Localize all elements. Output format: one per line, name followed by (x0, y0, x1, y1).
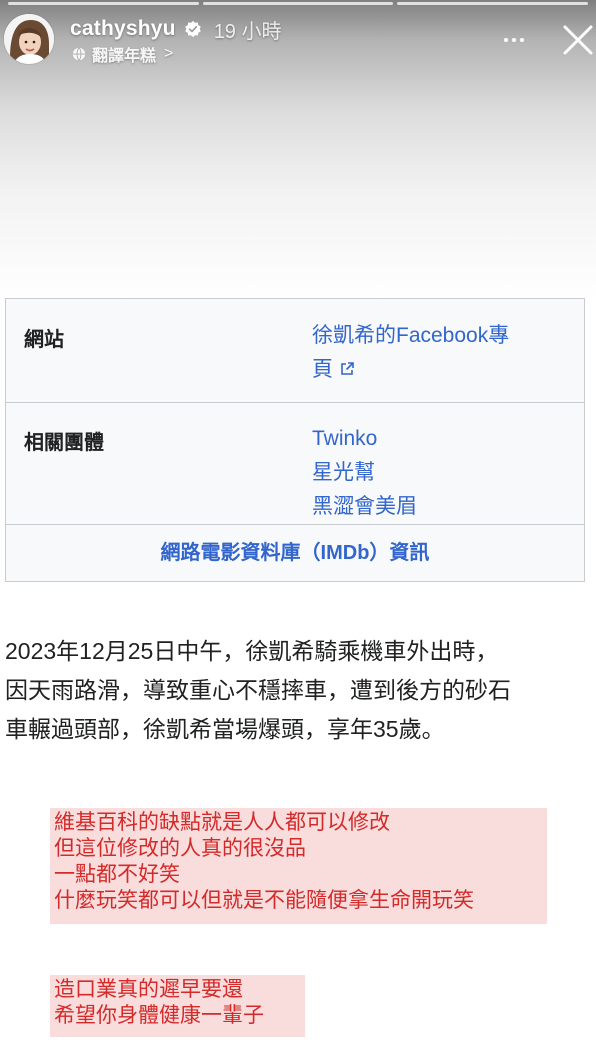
note-line: 希望你身體健康一輩子 (54, 1004, 264, 1027)
article-line: 2023年12月25日中午，徐凱希騎乘機車外出時， (5, 638, 499, 664)
story-progress-bar (8, 2, 589, 5)
more-options-icon[interactable] (498, 28, 530, 52)
facebook-link-line2: 頁 (312, 358, 333, 381)
group-link[interactable]: 星光幫 (312, 456, 552, 490)
note-line: 維基百科的缺點就是人人都可以修改 (54, 811, 390, 834)
more-dot (520, 38, 524, 42)
infobox-row-imdb: 網路電影資料庫（IMDb）資訊 (6, 524, 584, 581)
article-paragraph: 2023年12月25日中午，徐凱希騎乘機車外出時， 因天雨路滑，導致重心不穩摔車… (5, 632, 585, 749)
story-timestamp: 19 小時 (213, 20, 282, 43)
wikipedia-infobox: 網站 徐凱希的Facebook專 頁 相關團體 Twinko 星光幫 黑澀會美眉… (5, 298, 585, 582)
facebook-page-link-continued[interactable]: 頁 (312, 353, 552, 387)
story-caption-note: 維基百科的缺點就是人人都可以修改 但這位修改的人真的很沒品 一點都不好笑 什麼玩… (50, 808, 547, 924)
note-line: 造口業真的遲早要還 (54, 978, 243, 1001)
website-value: 徐凱希的Facebook專 頁 (312, 319, 552, 387)
globe-icon (72, 47, 86, 61)
note-line: 什麼玩笑都可以但就是不能隨便拿生命開玩笑 (54, 889, 474, 912)
verified-badge-icon (184, 20, 201, 38)
close-icon[interactable] (560, 22, 596, 58)
progress-segment (8, 2, 199, 5)
chevron-right-icon: > (164, 45, 174, 62)
story-caption-note: 造口業真的遲早要還 希望你身體健康一輩子 (50, 975, 305, 1037)
note-line: 一點都不好笑 (54, 863, 180, 886)
avatar[interactable] (4, 14, 54, 64)
facebook-page-link[interactable]: 徐凱希的Facebook專 (312, 319, 552, 353)
infobox-row-groups: 相關團體 Twinko 星光幫 黑澀會美眉 (6, 402, 584, 525)
facebook-link-line1: 徐凱希的Facebook專 (312, 324, 510, 347)
external-link-icon (341, 362, 354, 375)
story-user-line: cathyshyu 19 小時 (70, 16, 282, 43)
imdb-link[interactable]: 網路電影資料庫（IMDb）資訊 (6, 536, 584, 565)
progress-segment (202, 2, 394, 5)
note-line: 但這位修改的人真的很沒品 (54, 837, 306, 860)
article-line: 因天雨路滑，導致重心不穩摔車，遭到後方的砂石 (5, 677, 511, 703)
more-dot (504, 38, 508, 42)
article-line: 車輾過頭部，徐凱希當場爆頭，享年35歲。 (5, 716, 445, 742)
story-header-background: cathyshyu 19 小時 翻譯年糕 > (0, 0, 596, 300)
avatar-image (4, 14, 54, 64)
group-link[interactable]: 黑澀會美眉 (312, 490, 552, 524)
username[interactable]: cathyshyu (70, 17, 176, 41)
group-link[interactable]: Twinko (312, 422, 552, 456)
infobox-row-website: 網站 徐凱希的Facebook專 頁 (6, 299, 584, 403)
progress-segment (397, 2, 589, 5)
translate-button[interactable]: 翻譯年糕 > (72, 44, 174, 65)
translate-label: 翻譯年糕 (92, 48, 157, 65)
groups-label: 相關團體 (24, 432, 104, 454)
more-dot (512, 38, 516, 42)
website-label: 網站 (24, 329, 64, 351)
groups-values: Twinko 星光幫 黑澀會美眉 (312, 422, 552, 524)
